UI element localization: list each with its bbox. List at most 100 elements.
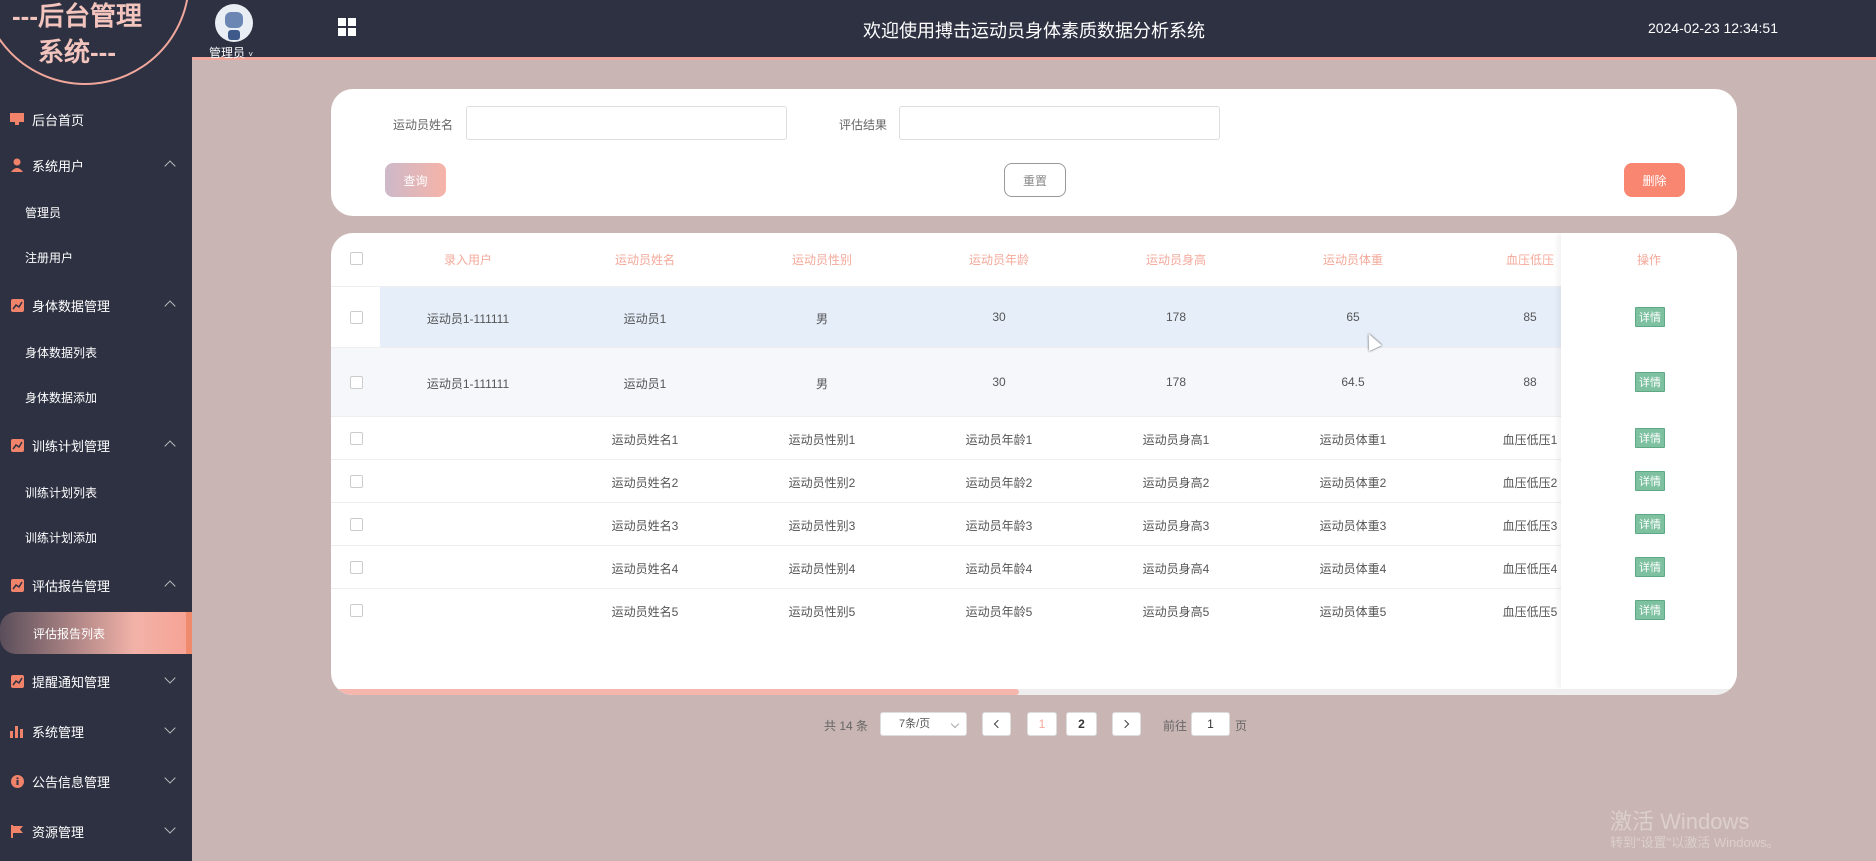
next-page-button[interactable] bbox=[1112, 712, 1141, 736]
chevron-right-icon bbox=[1120, 719, 1130, 729]
detail-button[interactable]: 详情 bbox=[1635, 428, 1665, 448]
goto-page-input[interactable] bbox=[1191, 712, 1230, 736]
sidebar-item-resources[interactable]: 资源管理 bbox=[0, 806, 192, 856]
table-cell: 运动员年龄3 bbox=[965, 519, 1033, 533]
chevron-down-icon bbox=[164, 672, 176, 684]
logo-line1: ---后台管理 bbox=[12, 1, 142, 31]
table-row[interactable]: 运动员姓名1 运动员性别1 运动员年龄1 运动员身高1 运动员体重1 血压低压1 bbox=[331, 416, 1737, 459]
select-all-checkbox[interactable] bbox=[350, 252, 363, 265]
table-header: 录入用户 运动员姓名 运动员性别 运动员年龄 运动员身高 运动员体重 血压低压 bbox=[331, 233, 1737, 286]
assessment-result-label: 评估结果 bbox=[839, 118, 888, 132]
user-label: 管理员 bbox=[208, 46, 245, 60]
goto-suffix: 页 bbox=[1235, 719, 1248, 733]
sidebar-item-label: 资源管理 bbox=[32, 824, 85, 840]
table-cell: 运动员身高4 bbox=[1142, 562, 1210, 576]
sidebar-item-training-plan[interactable]: 训练计划管理 bbox=[0, 420, 192, 470]
bar-chart-icon bbox=[10, 724, 24, 738]
sidebar-subitem-admin[interactable]: 管理员 bbox=[0, 190, 192, 235]
row-checkbox[interactable] bbox=[350, 604, 363, 617]
data-table: 录入用户 运动员姓名 运动员性别 运动员年龄 运动员身高 运动员体重 血压低压 … bbox=[331, 233, 1737, 695]
query-button[interactable]: 查询 bbox=[385, 163, 446, 197]
row-checkbox[interactable] bbox=[350, 376, 363, 389]
table-cell: 运动员姓名5 bbox=[611, 605, 679, 619]
sidebar-subitem-body-data-list[interactable]: 身体数据列表 bbox=[0, 330, 192, 375]
table-cell: 运动员年龄1 bbox=[965, 433, 1033, 447]
detail-button[interactable]: 详情 bbox=[1635, 372, 1665, 392]
datetime: 2024-02-23 12:34:51 bbox=[1648, 20, 1778, 36]
table-row[interactable]: 运动员姓名4 运动员性别4 运动员年龄4 运动员身高4 运动员体重4 血压低压4 bbox=[331, 545, 1737, 588]
sidebar-item-system-users[interactable]: 系统用户 bbox=[0, 140, 192, 190]
table-row[interactable]: 运动员姓名5 运动员性别5 运动员年龄5 运动员身高5 运动员体重5 血压低压5 bbox=[331, 588, 1737, 631]
table-cell: 运动员性别2 bbox=[788, 476, 856, 490]
reset-button[interactable]: 重置 bbox=[1004, 163, 1066, 197]
total-count: 共 14 条 bbox=[824, 719, 869, 733]
logo: ---后台管理 系统--- bbox=[0, 0, 190, 85]
sidebar-item-system-management[interactable]: 系统管理 bbox=[0, 706, 192, 756]
table-cell: 运动员年龄4 bbox=[965, 562, 1033, 576]
column-header: 运动员姓名 bbox=[614, 253, 675, 267]
operation-column: 操作 bbox=[1561, 233, 1737, 689]
table-cell: 运动员1 bbox=[623, 377, 667, 391]
table-cell: 运动员性别4 bbox=[788, 562, 856, 576]
table-cell: 男 bbox=[815, 312, 828, 326]
row-checkbox[interactable] bbox=[350, 561, 363, 574]
row-checkbox[interactable] bbox=[350, 518, 363, 531]
column-header: 操作 bbox=[1636, 253, 1661, 267]
page-title: 欢迎使用搏击运动员身体素质数据分析系统 bbox=[863, 21, 1205, 41]
caret-down-icon: ˅ bbox=[248, 50, 254, 59]
sidebar-item-label: 系统用户 bbox=[32, 158, 85, 174]
table-cell: 运动员1-111111 bbox=[426, 312, 510, 326]
page-size-select[interactable]: 7条/页 bbox=[880, 712, 967, 736]
table-cell: 178 bbox=[1165, 375, 1187, 389]
assessment-result-input[interactable] bbox=[899, 106, 1220, 140]
delete-button[interactable]: 删除 bbox=[1624, 163, 1685, 197]
sidebar-item-assessment-report[interactable]: 评估报告管理 bbox=[0, 560, 192, 610]
horizontal-scrollbar[interactable] bbox=[331, 689, 1019, 695]
table-cell: 运动员身高5 bbox=[1142, 605, 1210, 619]
sidebar-item-label: 后台首页 bbox=[32, 112, 85, 128]
chevron-up-icon bbox=[164, 440, 176, 452]
sidebar-subitem-training-plan-add[interactable]: 训练计划添加 bbox=[0, 515, 192, 560]
table-cell: 65 bbox=[1346, 310, 1360, 324]
row-checkbox[interactable] bbox=[350, 311, 363, 324]
table-cell: 运动员体重3 bbox=[1319, 519, 1387, 533]
detail-button[interactable]: 详情 bbox=[1635, 514, 1665, 534]
prev-page-button[interactable] bbox=[982, 712, 1011, 736]
table-cell: 运动员体重4 bbox=[1319, 562, 1387, 576]
table-cell: 运动员体重5 bbox=[1319, 605, 1387, 619]
table-row[interactable]: 运动员1-111111 运动员1 男 30 178 65 85 bbox=[331, 286, 1737, 347]
sidebar-subitem-assessment-report-list[interactable]: 评估报告列表 bbox=[0, 612, 192, 654]
column-header: 运动员性别 bbox=[791, 253, 852, 267]
chevron-down-icon bbox=[164, 822, 176, 834]
table-cell: 男 bbox=[815, 377, 828, 391]
row-checkbox[interactable] bbox=[350, 475, 363, 488]
sidebar-item-home[interactable]: 后台首页 bbox=[0, 98, 192, 140]
page-1-button[interactable]: 1 bbox=[1027, 712, 1057, 736]
table-cell: 178 bbox=[1165, 310, 1187, 324]
table-cell: 64.5 bbox=[1341, 375, 1365, 389]
page-2-button[interactable]: 2 bbox=[1066, 712, 1097, 736]
table-cell: 运动员姓名1 bbox=[611, 433, 679, 447]
sidebar-item-label: 评估报告管理 bbox=[32, 578, 111, 594]
sidebar-subitem-body-data-add[interactable]: 身体数据添加 bbox=[0, 375, 192, 420]
info-icon bbox=[10, 774, 24, 788]
row-checkbox[interactable] bbox=[350, 432, 363, 445]
detail-button[interactable]: 详情 bbox=[1635, 307, 1665, 327]
sidebar-subitem-training-plan-list[interactable]: 训练计划列表 bbox=[0, 470, 192, 515]
detail-button[interactable]: 详情 bbox=[1635, 471, 1665, 491]
table-cell: 运动员体重2 bbox=[1319, 476, 1387, 490]
detail-button[interactable]: 详情 bbox=[1635, 600, 1665, 620]
windows-watermark-subtitle: 转到"设置"以激活 Windows。 bbox=[1610, 835, 1780, 850]
detail-button[interactable]: 详情 bbox=[1635, 557, 1665, 577]
sidebar-item-reminders[interactable]: 提醒通知管理 bbox=[0, 656, 192, 706]
table-row[interactable]: 运动员姓名2 运动员性别2 运动员年龄2 运动员身高2 运动员体重2 血压低压2 bbox=[331, 459, 1737, 502]
table-row[interactable]: 运动员1-111111 运动员1 男 30 178 64.5 88 bbox=[331, 347, 1737, 416]
top-header: 管理员 ˅ 欢迎使用搏击运动员身体素质数据分析系统 2024-02-23 12:… bbox=[192, 0, 1876, 60]
athlete-name-input[interactable] bbox=[466, 106, 787, 140]
table-row[interactable]: 运动员姓名3 运动员性别3 运动员年龄3 运动员身高3 运动员体重3 血压低压3 bbox=[331, 502, 1737, 545]
sidebar-item-body-data[interactable]: 身体数据管理 bbox=[0, 280, 192, 330]
chevron-up-icon bbox=[164, 300, 176, 312]
sidebar-item-label: 系统管理 bbox=[32, 724, 85, 740]
sidebar-item-announcements[interactable]: 公告信息管理 bbox=[0, 756, 192, 806]
sidebar-subitem-registered-users[interactable]: 注册用户 bbox=[0, 235, 192, 280]
